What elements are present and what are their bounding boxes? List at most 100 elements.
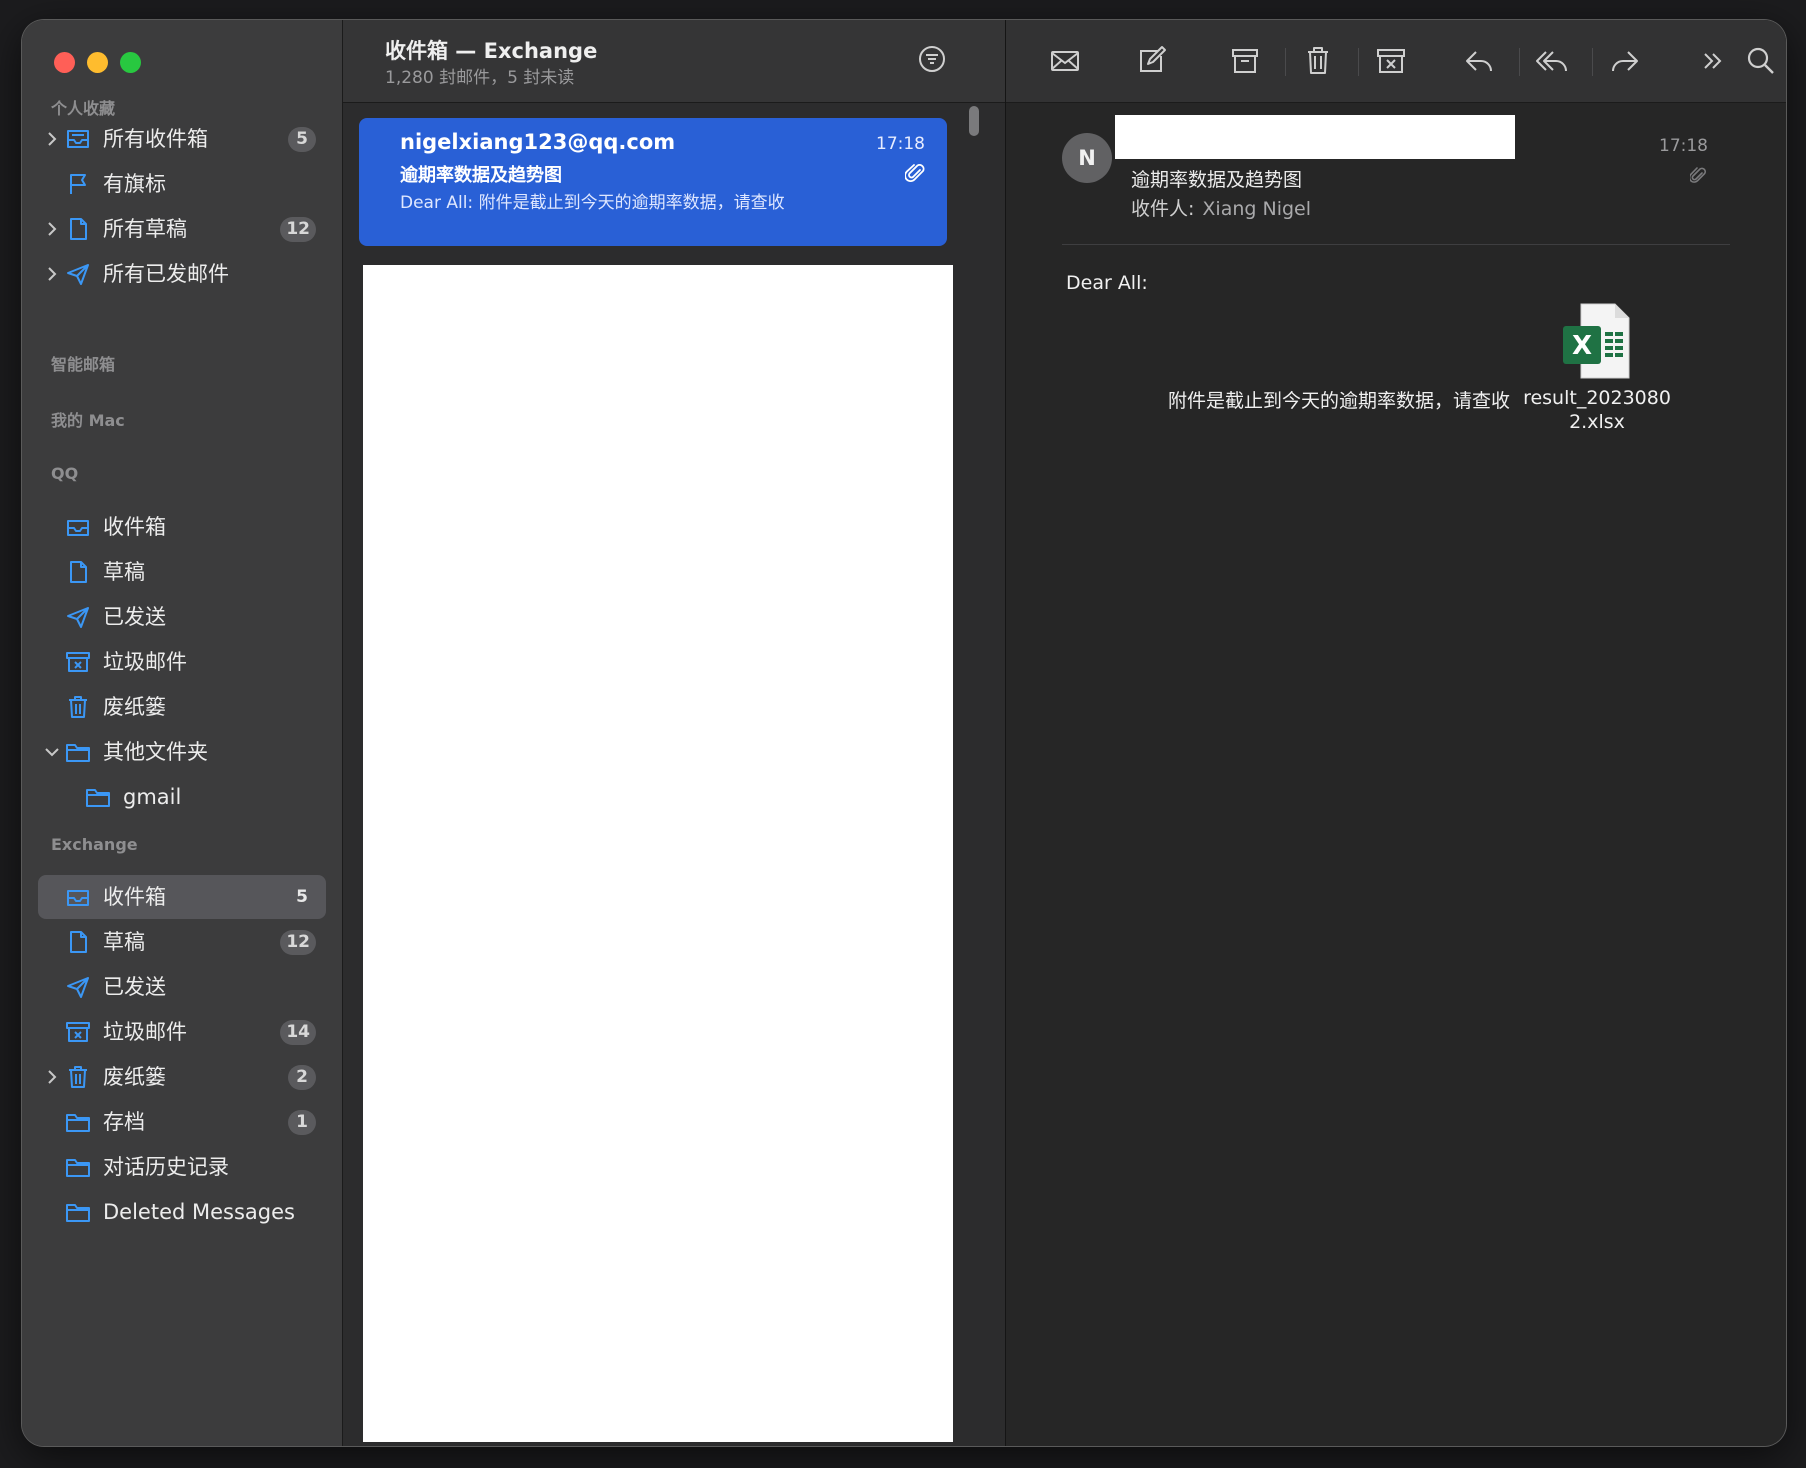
sidebar-item-label: gmail — [123, 785, 182, 809]
zoom-button[interactable] — [120, 52, 141, 73]
count-badge: 1 — [288, 1110, 316, 1135]
flag-icon — [70, 174, 86, 194]
sidebar-item-exchange-inbox[interactable]: 收件箱 5 — [38, 875, 326, 919]
sidebar-item-exchange-sent[interactable]: 已发送 — [38, 965, 326, 1009]
sidebar-item-label: 其他文件夹 — [103, 740, 208, 764]
recipient-name[interactable]: Xiang Nigel — [1202, 198, 1311, 220]
mail-window: 个人收藏 所有收件箱 5 有旗标 所有草稿 12 所有已发邮件 智能邮箱 我的 … — [22, 20, 1786, 1446]
search-icon[interactable] — [1744, 44, 1778, 78]
sidebar-item-exchange-conversation-history[interactable]: 对话历史记录 — [38, 1145, 326, 1189]
sidebar-item-qq-drafts[interactable]: 草稿 — [38, 550, 326, 594]
attachment-name[interactable]: result_2023080 2.xlsx — [1522, 386, 1672, 434]
sidebar-item-label: 废纸篓 — [103, 1065, 166, 1089]
paperplane-icon — [67, 977, 89, 998]
excel-file-icon[interactable]: X — [1561, 302, 1631, 380]
sidebar-item-qq-junk[interactable]: 垃圾邮件 — [38, 640, 326, 684]
compose-icon[interactable] — [1134, 44, 1168, 78]
paperplane-icon — [67, 264, 89, 285]
message-preview: Dear All: 附件是截止到今天的逾期率数据，请查收 — [400, 193, 785, 213]
section-header-qq[interactable]: QQ — [51, 464, 78, 483]
redacted-sender — [1115, 115, 1515, 159]
reader-toolbar — [1006, 20, 1786, 103]
sender-avatar: N — [1062, 133, 1112, 183]
sidebar-item-qq-inbox[interactable]: 收件箱 — [38, 505, 326, 549]
forward-icon[interactable] — [1608, 44, 1642, 78]
sidebar-item-qq-gmail[interactable]: gmail — [38, 775, 326, 819]
body-greeting: Dear All: — [1066, 272, 1148, 294]
sidebar-item-all-sent[interactable]: 所有已发邮件 — [38, 252, 326, 296]
sidebar-item-label: 对话历史记录 — [103, 1155, 229, 1179]
message-row-selected[interactable]: nigelxiang123@qq.com 17:18 逾期率数据及趋势图 Dea… — [359, 118, 947, 246]
count-badge: 2 — [288, 1065, 316, 1090]
sidebar-item-exchange-trash[interactable]: 废纸篓 2 — [38, 1055, 326, 1099]
sidebar-item-exchange-archive[interactable]: 存档 1 — [38, 1100, 326, 1144]
sidebar-item-qq-sent[interactable]: 已发送 — [38, 595, 326, 639]
toolbar-separator — [1592, 48, 1593, 76]
archive-icon[interactable] — [1228, 44, 1262, 78]
mailbox-subtitle: 1,280 封邮件，5 封未读 — [385, 68, 575, 88]
sidebar-item-label: 所有草稿 — [103, 217, 187, 241]
close-button[interactable] — [54, 52, 75, 73]
trash-icon[interactable] — [1301, 44, 1335, 78]
count-badge: 12 — [280, 217, 316, 242]
sidebar-item-qq-trash[interactable]: 废纸篓 — [38, 685, 326, 729]
list-scrollbar[interactable] — [969, 106, 979, 136]
section-header-smart-mailboxes[interactable]: 智能邮箱 — [51, 351, 115, 375]
sidebar-item-label: 收件箱 — [103, 515, 166, 539]
count-badge: 12 — [280, 930, 316, 955]
sidebar-item-flagged[interactable]: 有旗标 — [38, 162, 326, 206]
reply-all-icon[interactable] — [1535, 44, 1569, 78]
junk-icon[interactable] — [1374, 44, 1408, 78]
folder-icon — [66, 744, 90, 762]
message-subject: 逾期率数据及趋势图 — [400, 165, 562, 186]
chevron-right-icon[interactable] — [41, 207, 63, 251]
unread-badge: 5 — [288, 127, 316, 152]
sidebar-item-label: 存档 — [103, 1110, 145, 1134]
reply-icon[interactable] — [1462, 44, 1496, 78]
sidebar: 个人收藏 所有收件箱 5 有旗标 所有草稿 12 所有已发邮件 智能邮箱 我的 … — [22, 20, 343, 1446]
paperclip-icon — [905, 164, 925, 182]
paperplane-icon — [67, 607, 89, 628]
reading-pane: N 17:18 逾期率数据及趋势图 收件人: Xiang Nigel Dear A… — [1006, 20, 1786, 1446]
mailbox-title: 收件箱 — Exchange — [385, 39, 598, 63]
window-controls — [54, 52, 141, 73]
folder-icon — [86, 789, 110, 807]
sidebar-item-label: 已发送 — [103, 975, 166, 999]
recipient-label: 收件人: — [1131, 198, 1195, 220]
sidebar-item-all-drafts[interactable]: 所有草稿 12 — [38, 207, 326, 251]
sidebar-item-exchange-drafts[interactable]: 草稿 12 — [38, 920, 326, 964]
chevron-right-icon[interactable] — [41, 252, 63, 296]
folder-icon — [66, 1159, 90, 1177]
section-header-on-my-mac[interactable]: 我的 Mac — [51, 407, 125, 431]
sidebar-item-exchange-junk[interactable]: 垃圾邮件 14 — [38, 1010, 326, 1054]
section-header-exchange[interactable]: Exchange — [51, 835, 138, 854]
inbox-icon — [67, 890, 89, 906]
count-badge: 14 — [280, 1020, 316, 1045]
sidebar-item-qq-other-folders[interactable]: 其他文件夹 — [38, 730, 326, 774]
folder-icon — [66, 1204, 90, 1222]
sidebar-item-label: Deleted Messages — [103, 1200, 295, 1224]
section-header-favorites[interactable]: 个人收藏 — [51, 95, 115, 119]
document-icon — [70, 218, 87, 240]
sidebar-item-label: 有旗标 — [103, 172, 166, 196]
minimize-button[interactable] — [87, 52, 108, 73]
inbox-icon — [67, 520, 89, 536]
filter-icon[interactable] — [917, 44, 947, 74]
junk-icon — [66, 652, 90, 672]
chevron-down-icon[interactable] — [41, 730, 63, 774]
sidebar-item-all-inboxes[interactable]: 所有收件箱 5 — [38, 117, 326, 161]
list-toolbar: 收件箱 — Exchange 1,280 封邮件，5 封未读 — [343, 20, 1005, 103]
paperclip-icon — [1690, 167, 1706, 183]
document-icon — [70, 931, 87, 953]
toolbar-separator — [1285, 48, 1286, 76]
header-divider — [1062, 244, 1730, 245]
redacted-message-list-area — [363, 265, 953, 1442]
chevron-double-right-icon[interactable] — [1696, 44, 1730, 78]
sidebar-item-label: 垃圾邮件 — [103, 650, 187, 674]
chevron-right-icon[interactable] — [41, 117, 63, 161]
chevron-right-icon[interactable] — [41, 1055, 63, 1099]
get-mail-icon[interactable] — [1048, 44, 1082, 78]
document-icon — [70, 561, 87, 583]
sidebar-item-exchange-deleted-messages[interactable]: Deleted Messages — [38, 1190, 326, 1234]
sidebar-item-label: 所有已发邮件 — [103, 262, 229, 286]
